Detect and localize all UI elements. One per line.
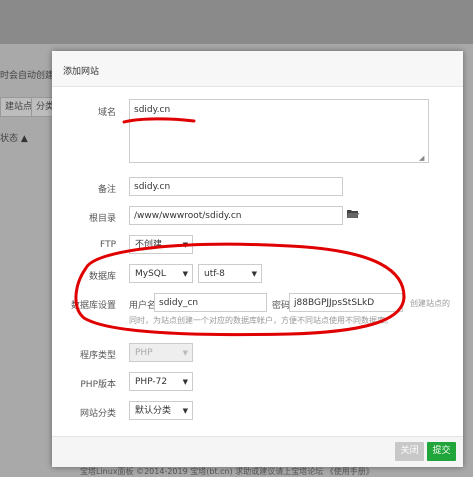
annotation-marks bbox=[74, 117, 406, 337]
annotation-underline bbox=[122, 117, 196, 124]
annotation-ellipse bbox=[74, 242, 406, 337]
